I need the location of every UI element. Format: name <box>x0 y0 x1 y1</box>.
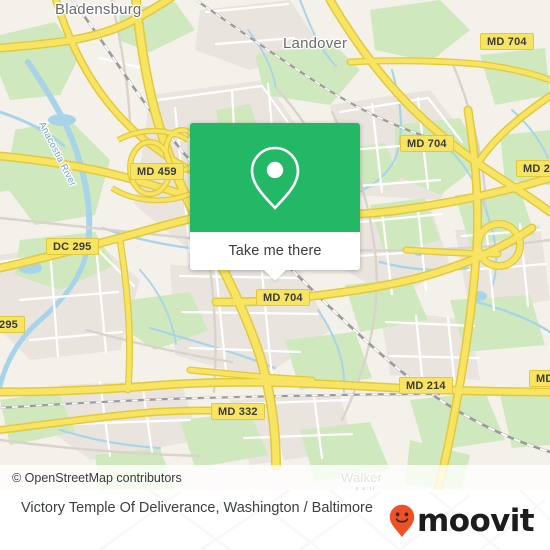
location-pin-icon <box>250 146 300 210</box>
route-shield-md-459[interactable]: MD 459 <box>130 163 184 180</box>
route-shield-md-332[interactable]: MD 332 <box>211 403 265 420</box>
route-shield-md-704-east[interactable]: MD 704 <box>400 135 454 152</box>
map-attribution-bar: © OpenStreetMap contributors <box>0 465 550 490</box>
callout-action-area[interactable]: Take me there <box>190 232 360 281</box>
route-shield-md-704-center[interactable]: MD 704 <box>256 289 310 306</box>
take-me-there-callout[interactable]: Take me there <box>190 123 360 281</box>
place-title: Victory Temple Of Deliverance, Washingto… <box>21 500 373 516</box>
map-screenshot: Bladensburg Landover Walker Mill Anacost… <box>0 0 550 550</box>
take-me-there-label: Take me there <box>228 243 322 259</box>
callout-tail-pointer <box>264 270 286 281</box>
moovit-smiley-pin-icon <box>389 504 415 538</box>
route-shield-md-704-north[interactable]: MD 704 <box>480 33 534 50</box>
route-shield-md-214[interactable]: MD 214 <box>399 377 453 394</box>
route-shield-md-partial[interactable]: MD <box>529 370 550 387</box>
map-canvas[interactable]: Bladensburg Landover Walker Mill Anacost… <box>0 0 550 490</box>
route-shield-dc-295[interactable]: DC 295 <box>46 238 99 255</box>
moovit-logo[interactable]: moovit <box>389 502 535 539</box>
route-shield-295[interactable]: 295 <box>0 316 25 333</box>
route-shield-md-20[interactable]: MD 20 <box>516 160 550 177</box>
callout-pin-area <box>190 123 360 232</box>
moovit-wordmark: moovit <box>417 502 535 539</box>
openstreetmap-attribution[interactable]: © OpenStreetMap contributors <box>12 471 182 485</box>
footer-bar: Victory Temple Of Deliverance, Washingto… <box>0 490 550 550</box>
